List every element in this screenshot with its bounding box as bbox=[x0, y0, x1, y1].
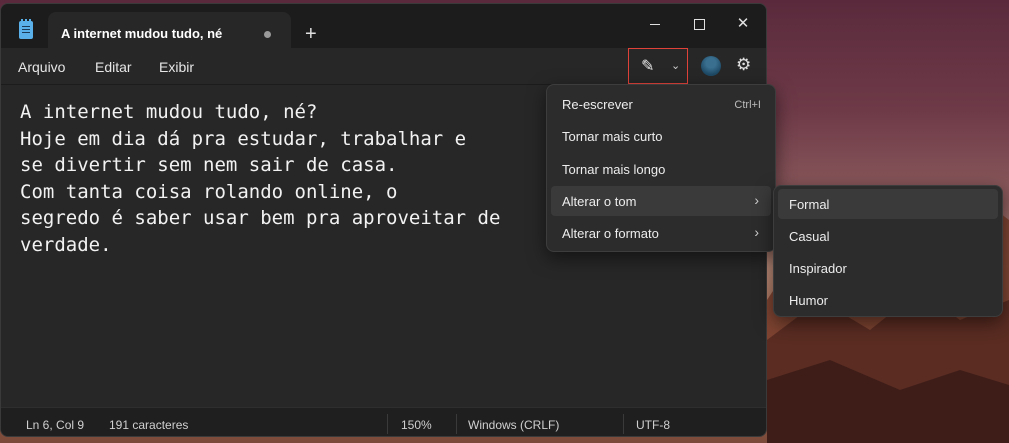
status-divider bbox=[387, 414, 388, 434]
menu-item-label: Alterar o formato bbox=[562, 226, 659, 241]
menu-item-inspirador[interactable]: Inspirador bbox=[778, 253, 998, 283]
menu-item-alterar-o-formato[interactable]: Alterar o formato › bbox=[551, 218, 771, 248]
menu-item-tornar-mais-longo[interactable]: Tornar mais longo bbox=[551, 154, 771, 184]
menu-item-tornar-mais-curto[interactable]: Tornar mais curto bbox=[551, 121, 771, 151]
menu-item-shortcut: Ctrl+I bbox=[734, 99, 761, 111]
menu-item-casual[interactable]: Casual bbox=[778, 221, 998, 251]
menu-item-label: Inspirador bbox=[789, 261, 847, 276]
chevron-right-icon: › bbox=[754, 224, 759, 240]
maximize-button[interactable] bbox=[677, 10, 721, 38]
character-count: 191 caracteres bbox=[109, 418, 189, 432]
document-text[interactable]: A internet mudou tudo, né? Hoje em dia d… bbox=[20, 99, 500, 259]
rewrite-button[interactable]: ✎ ⌄ bbox=[628, 48, 688, 84]
menu-item-label: Tornar mais longo bbox=[562, 162, 666, 177]
menu-item-formal[interactable]: Formal bbox=[778, 189, 998, 219]
pen-sparkle-icon: ✎ bbox=[641, 58, 655, 75]
account-avatar[interactable] bbox=[701, 56, 721, 76]
gear-icon[interactable]: ⚙ bbox=[736, 55, 751, 75]
menu-item-humor[interactable]: Humor bbox=[778, 285, 998, 315]
menu-item-label: Alterar o tom bbox=[562, 194, 637, 209]
document-tab[interactable]: A internet mudou tudo, né bbox=[48, 12, 291, 48]
title-bar: A internet mudou tudo, né + ✕ bbox=[1, 4, 766, 48]
menu-item-label: Formal bbox=[789, 197, 830, 212]
maximize-icon bbox=[693, 18, 705, 30]
menu-editar[interactable]: Editar bbox=[95, 59, 132, 75]
menu-item-re-escrever[interactable]: Re-escrever Ctrl+I bbox=[551, 89, 771, 119]
menu-bar: Arquivo Editar Exibir ✎ ⌄ ⚙ bbox=[1, 48, 766, 85]
minimize-icon bbox=[650, 23, 660, 25]
new-tab-button[interactable]: + bbox=[305, 24, 317, 44]
menu-item-label: Tornar mais curto bbox=[562, 129, 663, 144]
status-bar: Ln 6, Col 9 191 caracteres 150% Windows … bbox=[1, 407, 766, 436]
rewrite-menu: Re-escrever Ctrl+I Tornar mais curto Tor… bbox=[546, 84, 776, 252]
menu-exibir[interactable]: Exibir bbox=[159, 59, 194, 75]
line-ending: Windows (CRLF) bbox=[468, 418, 560, 432]
menu-item-alterar-o-tom[interactable]: Alterar o tom › bbox=[551, 186, 771, 216]
status-divider bbox=[456, 414, 457, 434]
unsaved-dot-icon[interactable] bbox=[264, 31, 271, 38]
chevron-right-icon: › bbox=[754, 192, 759, 208]
minimize-button[interactable] bbox=[633, 10, 677, 38]
menu-item-label: Humor bbox=[789, 293, 829, 308]
menu-item-label: Casual bbox=[789, 229, 830, 244]
chevron-down-icon: ⌄ bbox=[671, 60, 681, 72]
status-divider bbox=[623, 414, 624, 434]
cursor-position: Ln 6, Col 9 bbox=[26, 418, 85, 432]
menu-arquivo[interactable]: Arquivo bbox=[18, 59, 65, 75]
encoding: UTF-8 bbox=[636, 418, 670, 432]
tone-submenu: Formal Casual Inspirador Humor bbox=[773, 185, 1003, 317]
close-button[interactable]: ✕ bbox=[721, 10, 765, 38]
notepad-app-icon bbox=[19, 19, 33, 39]
tab-title: A internet mudou tudo, né bbox=[61, 26, 223, 41]
zoom-level: 150% bbox=[401, 418, 432, 432]
menu-item-label: Re-escrever bbox=[562, 97, 633, 112]
